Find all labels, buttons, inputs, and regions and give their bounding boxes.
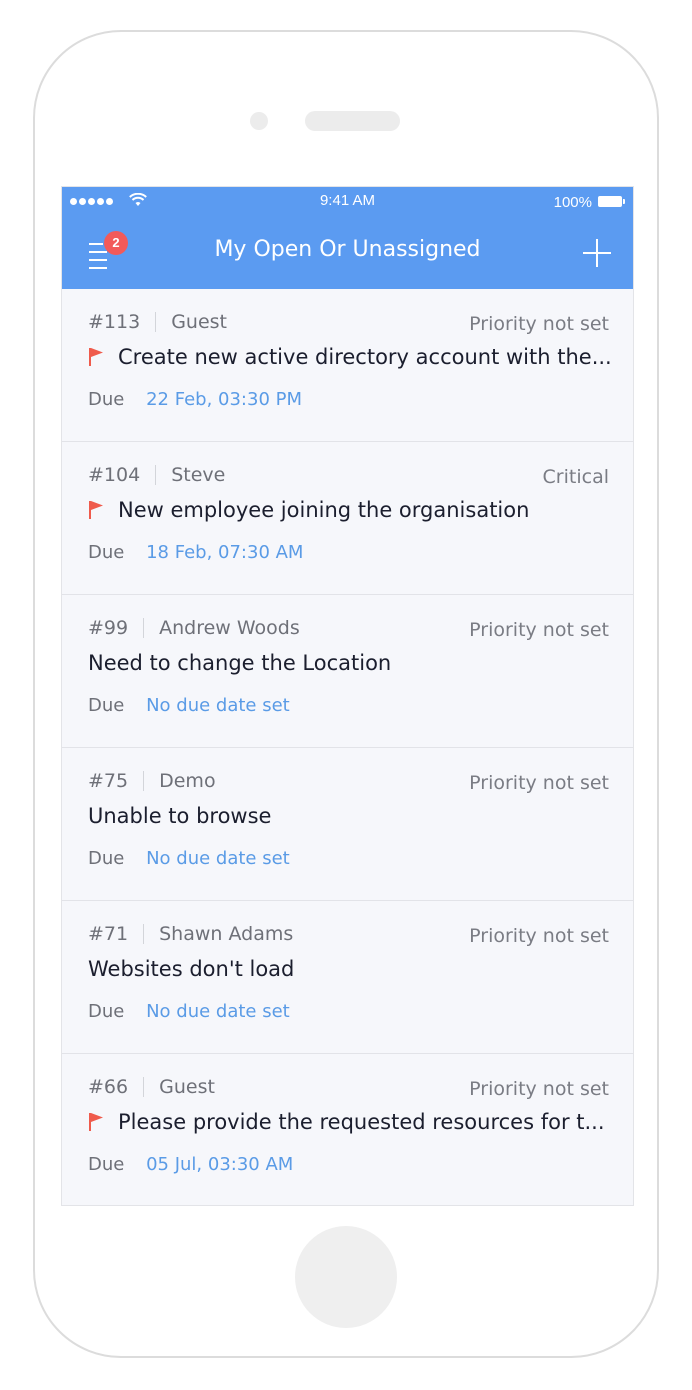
- front-camera: [250, 112, 268, 130]
- ticket-requester: Demo: [159, 770, 216, 792]
- subject-row: Websites don't load: [88, 957, 613, 981]
- ticket-priority: Priority not set: [469, 1078, 609, 1100]
- due-row: Due No due date set: [88, 695, 290, 716]
- flag-icon: [89, 348, 103, 366]
- ticket-meta: #75 Demo: [88, 770, 216, 792]
- ticket-requester: Guest: [159, 1076, 215, 1098]
- ticket-meta: #113 Guest: [88, 311, 227, 333]
- subject-row: Need to change the Location: [88, 651, 613, 675]
- ticket-id: #75: [88, 770, 129, 792]
- ticket-requester: Shawn Adams: [159, 923, 294, 945]
- flag-icon: [89, 501, 103, 519]
- ticket-priority: Critical: [542, 466, 609, 488]
- subject-row: Please provide the requested resources f…: [88, 1110, 613, 1134]
- add-ticket-button[interactable]: [583, 239, 611, 267]
- due-value: No due date set: [146, 695, 290, 716]
- due-value: 22 Feb, 03:30 PM: [146, 389, 302, 410]
- app-screen: 9:41 AM 100% 2 My Open Or Unassigned #11…: [61, 186, 634, 1206]
- due-label: Due: [88, 695, 125, 716]
- meta-divider: [155, 465, 157, 485]
- due-row: Due 18 Feb, 07:30 AM: [88, 542, 303, 563]
- due-label: Due: [88, 542, 125, 563]
- home-button[interactable]: [295, 1226, 397, 1328]
- ticket-subject: New employee joining the organisation: [118, 498, 530, 522]
- ticket-row[interactable]: #99 Andrew Woods Priority not set Need t…: [62, 595, 633, 748]
- ticket-priority: Priority not set: [469, 313, 609, 335]
- ticket-list: #113 Guest Priority not set Create new a…: [62, 289, 633, 1205]
- ticket-id: #113: [88, 311, 141, 333]
- due-label: Due: [88, 389, 125, 410]
- meta-divider: [143, 924, 145, 944]
- ticket-meta: #104 Steve: [88, 464, 225, 486]
- battery-percentage: 100%: [553, 194, 592, 211]
- flag-icon: [89, 1113, 103, 1131]
- earpiece-speaker: [305, 111, 400, 131]
- due-row: Due No due date set: [88, 1001, 290, 1022]
- meta-divider: [155, 312, 157, 332]
- ticket-subject: Websites don't load: [88, 957, 295, 981]
- due-row: Due No due date set: [88, 848, 290, 869]
- due-label: Due: [88, 1154, 125, 1175]
- ticket-priority: Priority not set: [469, 772, 609, 794]
- battery-icon: [598, 196, 625, 207]
- ticket-requester: Steve: [171, 464, 226, 486]
- due-label: Due: [88, 848, 125, 869]
- ticket-row[interactable]: #66 Guest Priority not set Please provid…: [62, 1054, 633, 1205]
- ticket-id: #99: [88, 617, 129, 639]
- page-title: My Open Or Unassigned: [214, 237, 481, 262]
- ticket-row[interactable]: #104 Steve Critical New employee joining…: [62, 442, 633, 595]
- ticket-id: #66: [88, 1076, 129, 1098]
- ticket-row[interactable]: #113 Guest Priority not set Create new a…: [62, 289, 633, 442]
- ticket-row[interactable]: #71 Shawn Adams Priority not set Website…: [62, 901, 633, 1054]
- due-value: No due date set: [146, 848, 290, 869]
- subject-row: Unable to browse: [88, 804, 613, 828]
- ticket-meta: #99 Andrew Woods: [88, 617, 300, 639]
- ticket-priority: Priority not set: [469, 925, 609, 947]
- ticket-priority: Priority not set: [469, 619, 609, 641]
- subject-row: New employee joining the organisation: [88, 498, 613, 522]
- ticket-subject: Unable to browse: [88, 804, 272, 828]
- ticket-id: #71: [88, 923, 129, 945]
- status-bar: 9:41 AM 100%: [62, 187, 633, 217]
- ticket-subject: Need to change the Location: [88, 651, 392, 675]
- ticket-meta: #71 Shawn Adams: [88, 923, 293, 945]
- due-value: No due date set: [146, 1001, 290, 1022]
- ticket-requester: Andrew Woods: [159, 617, 300, 639]
- ticket-row[interactable]: #75 Demo Priority not set Unable to brow…: [62, 748, 633, 901]
- ticket-id: #104: [88, 464, 141, 486]
- meta-divider: [143, 771, 145, 791]
- due-value: 18 Feb, 07:30 AM: [146, 542, 304, 563]
- due-label: Due: [88, 1001, 125, 1022]
- ticket-subject: Please provide the requested resources f…: [118, 1110, 605, 1134]
- due-value: 05 Jul, 03:30 AM: [146, 1154, 294, 1175]
- ticket-meta: #66 Guest: [88, 1076, 215, 1098]
- app-header: 9:41 AM 100% 2 My Open Or Unassigned: [62, 187, 633, 289]
- due-row: Due 05 Jul, 03:30 AM: [88, 1154, 293, 1175]
- meta-divider: [143, 1077, 145, 1097]
- due-row: Due 22 Feb, 03:30 PM: [88, 389, 302, 410]
- meta-divider: [143, 618, 145, 638]
- ticket-requester: Guest: [171, 311, 227, 333]
- subject-row: Create new active directory account with…: [88, 345, 613, 369]
- status-time: 9:41 AM: [319, 192, 376, 209]
- ticket-subject: Create new active directory account with…: [118, 345, 612, 369]
